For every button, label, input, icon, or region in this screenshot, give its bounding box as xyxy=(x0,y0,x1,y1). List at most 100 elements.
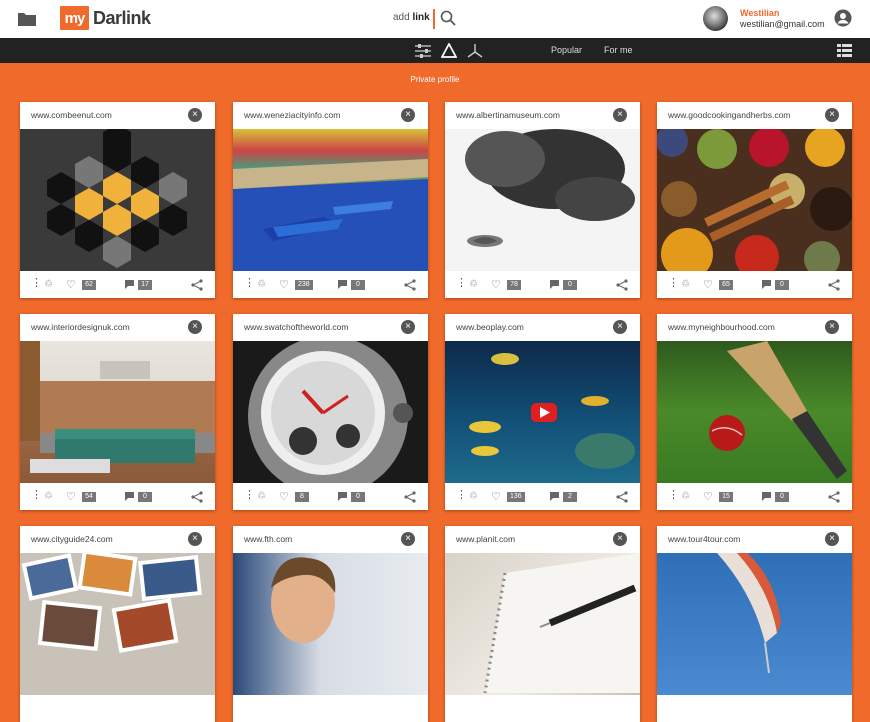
close-icon[interactable]: × xyxy=(613,108,627,122)
card-image[interactable] xyxy=(657,129,852,271)
share-icon[interactable] xyxy=(828,279,840,291)
heart-icon[interactable]: ♡ xyxy=(279,278,289,291)
close-icon[interactable]: × xyxy=(401,320,415,334)
comment-icon[interactable] xyxy=(549,279,560,289)
card-image[interactable] xyxy=(233,553,428,695)
card-url[interactable]: www.fth.com xyxy=(244,534,292,544)
comment-icon[interactable] xyxy=(761,279,772,289)
more-icon[interactable]: ⋮ xyxy=(244,490,255,501)
card-image[interactable] xyxy=(445,129,640,271)
link-card[interactable]: www.interiordesignuk.com × ⋮ ♲ ♡ 54 0 xyxy=(20,314,215,510)
search-icon[interactable] xyxy=(440,10,456,26)
close-icon[interactable]: × xyxy=(825,108,839,122)
card-url[interactable]: www.goodcookingandherbs.com xyxy=(668,110,790,120)
card-url[interactable]: www.swatchoftheworld.com xyxy=(244,322,348,332)
close-icon[interactable]: × xyxy=(188,108,202,122)
link-card[interactable]: www.cityguide24.com × xyxy=(20,526,215,722)
link-card[interactable]: www.goodcookingandherbs.com × ⋮ ♲ ♡ 65 0 xyxy=(657,102,852,298)
close-icon[interactable]: × xyxy=(825,532,839,546)
card-image[interactable] xyxy=(657,341,852,483)
share-icon[interactable] xyxy=(404,491,416,503)
close-icon[interactable]: × xyxy=(188,532,202,546)
share-icon[interactable] xyxy=(616,279,628,291)
heart-icon[interactable]: ♡ xyxy=(66,278,76,291)
add-link-button[interactable]: add link xyxy=(393,12,430,23)
nav-for-me[interactable]: For me xyxy=(604,45,633,55)
triangle-icon[interactable] xyxy=(441,43,457,58)
nav-popular[interactable]: Popular xyxy=(551,45,582,55)
heart-icon[interactable]: ♡ xyxy=(703,278,713,291)
card-url[interactable]: www.combeenut.com xyxy=(31,110,112,120)
comment-icon[interactable] xyxy=(337,491,348,501)
card-image[interactable] xyxy=(20,341,215,483)
avatar[interactable] xyxy=(703,6,728,31)
more-icon[interactable]: ⋮ xyxy=(456,490,467,501)
heart-icon[interactable]: ♡ xyxy=(703,490,713,503)
card-image[interactable] xyxy=(20,553,215,695)
logo[interactable]: my Darlink xyxy=(60,6,151,30)
heart-icon[interactable]: ♡ xyxy=(279,490,289,503)
share-icon[interactable] xyxy=(191,279,203,291)
recycle-icon[interactable]: ♲ xyxy=(44,279,53,290)
recycle-icon[interactable]: ♲ xyxy=(44,491,53,502)
card-image[interactable] xyxy=(233,341,428,483)
folder-icon[interactable] xyxy=(18,11,36,26)
link-card[interactable]: www.planit.com × xyxy=(445,526,640,722)
card-image[interactable] xyxy=(445,341,640,483)
card-url[interactable]: www.myneighbourhood.com xyxy=(668,322,775,332)
card-url[interactable]: www.interiordesignuk.com xyxy=(31,322,130,332)
card-image[interactable] xyxy=(657,553,852,695)
more-icon[interactable]: ⋮ xyxy=(31,490,42,501)
close-icon[interactable]: × xyxy=(825,320,839,334)
link-card[interactable]: www.albertinamuseum.com × ⋮ ♲ ♡ 78 0 xyxy=(445,102,640,298)
share-icon[interactable] xyxy=(616,491,628,503)
card-url[interactable]: www.beoplay.com xyxy=(456,322,524,332)
link-card[interactable]: www.tour4tour.com × xyxy=(657,526,852,722)
card-url[interactable]: www.weneziacityinfo.com xyxy=(244,110,340,120)
link-card[interactable]: www.beoplay.com × ⋮ ♲ ♡ 136 2 xyxy=(445,314,640,510)
heart-icon[interactable]: ♡ xyxy=(66,490,76,503)
link-card[interactable]: www.fth.com × xyxy=(233,526,428,722)
link-card[interactable]: www.combeenut.com × ⋮ ♲ ♡ 62 17 xyxy=(20,102,215,298)
recycle-icon[interactable]: ♲ xyxy=(681,279,690,290)
recycle-icon[interactable]: ♲ xyxy=(681,491,690,502)
card-url[interactable]: www.tour4tour.com xyxy=(668,534,740,544)
filter-sliders-icon[interactable] xyxy=(415,43,431,58)
more-icon[interactable]: ⋮ xyxy=(668,490,679,501)
card-image[interactable] xyxy=(233,129,428,271)
user-account-icon[interactable] xyxy=(834,9,852,27)
close-icon[interactable]: × xyxy=(401,532,415,546)
more-icon[interactable]: ⋮ xyxy=(456,278,467,289)
card-url[interactable]: www.planit.com xyxy=(456,534,515,544)
card-image[interactable] xyxy=(445,553,640,695)
comment-icon[interactable] xyxy=(124,491,135,501)
close-icon[interactable]: × xyxy=(613,532,627,546)
more-icon[interactable]: ⋮ xyxy=(244,278,255,289)
share-icon[interactable] xyxy=(404,279,416,291)
comment-icon[interactable] xyxy=(761,491,772,501)
close-icon[interactable]: × xyxy=(188,320,202,334)
user-name[interactable]: Westilian xyxy=(740,8,779,18)
close-icon[interactable]: × xyxy=(613,320,627,334)
card-url[interactable]: www.albertinamuseum.com xyxy=(456,110,560,120)
more-icon[interactable]: ⋮ xyxy=(668,278,679,289)
card-url[interactable]: www.cityguide24.com xyxy=(31,534,113,544)
close-icon[interactable]: × xyxy=(401,108,415,122)
comment-icon[interactable] xyxy=(337,279,348,289)
recycle-icon[interactable]: ♲ xyxy=(469,491,478,502)
grid-list-icon[interactable] xyxy=(837,44,852,58)
share-icon[interactable] xyxy=(828,491,840,503)
tripod-icon[interactable] xyxy=(467,43,483,58)
link-card[interactable]: www.weneziacityinfo.com × ⋮ ♲ ♡ 238 0 xyxy=(233,102,428,298)
comment-icon[interactable] xyxy=(549,491,560,501)
more-icon[interactable]: ⋮ xyxy=(31,278,42,289)
recycle-icon[interactable]: ♲ xyxy=(257,491,266,502)
recycle-icon[interactable]: ♲ xyxy=(257,279,266,290)
recycle-icon[interactable]: ♲ xyxy=(469,279,478,290)
link-card[interactable]: www.swatchoftheworld.com × ⋮ ♲ ♡ 8 0 xyxy=(233,314,428,510)
link-card[interactable]: www.myneighbourhood.com × ⋮ ♲ ♡ 15 0 xyxy=(657,314,852,510)
card-image[interactable] xyxy=(20,129,215,271)
share-icon[interactable] xyxy=(191,491,203,503)
heart-icon[interactable]: ♡ xyxy=(491,490,501,503)
comment-icon[interactable] xyxy=(124,279,135,289)
